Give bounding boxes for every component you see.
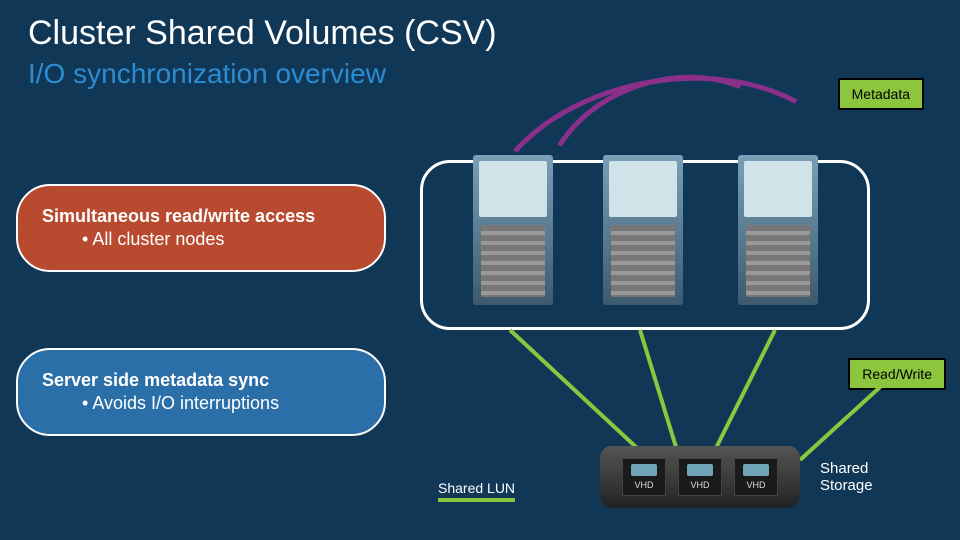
- vhd-icon: VHD: [622, 458, 666, 496]
- vhd-label: VHD: [746, 480, 765, 490]
- shared-storage-label: Shared Storage: [820, 460, 873, 494]
- server-node-icon: [473, 155, 553, 305]
- vhd-label: VHD: [634, 480, 653, 490]
- shared-storage-icon: VHD VHD VHD: [600, 446, 800, 508]
- callout-bullet: All cluster nodes: [82, 229, 360, 250]
- vhd-label: VHD: [690, 480, 709, 490]
- callout-bullet: Avoids I/O interruptions: [82, 393, 360, 414]
- server-node-icon: [738, 155, 818, 305]
- callout-heading: Simultaneous read/write access: [42, 206, 360, 227]
- server-node-icon: [603, 155, 683, 305]
- slide-title: Cluster Shared Volumes (CSV): [28, 14, 497, 53]
- vhd-icon: VHD: [734, 458, 778, 496]
- callout-metadata-sync: Server side metadata sync Avoids I/O int…: [16, 348, 386, 436]
- cluster-frame: [420, 160, 870, 330]
- metadata-badge: Metadata: [838, 78, 924, 110]
- shared-lun-label: Shared LUN: [438, 480, 515, 502]
- slide-subtitle: I/O synchronization overview: [28, 58, 386, 90]
- callout-heading: Server side metadata sync: [42, 370, 360, 391]
- vhd-icon: VHD: [678, 458, 722, 496]
- callout-simultaneous: Simultaneous read/write access All clust…: [16, 184, 386, 272]
